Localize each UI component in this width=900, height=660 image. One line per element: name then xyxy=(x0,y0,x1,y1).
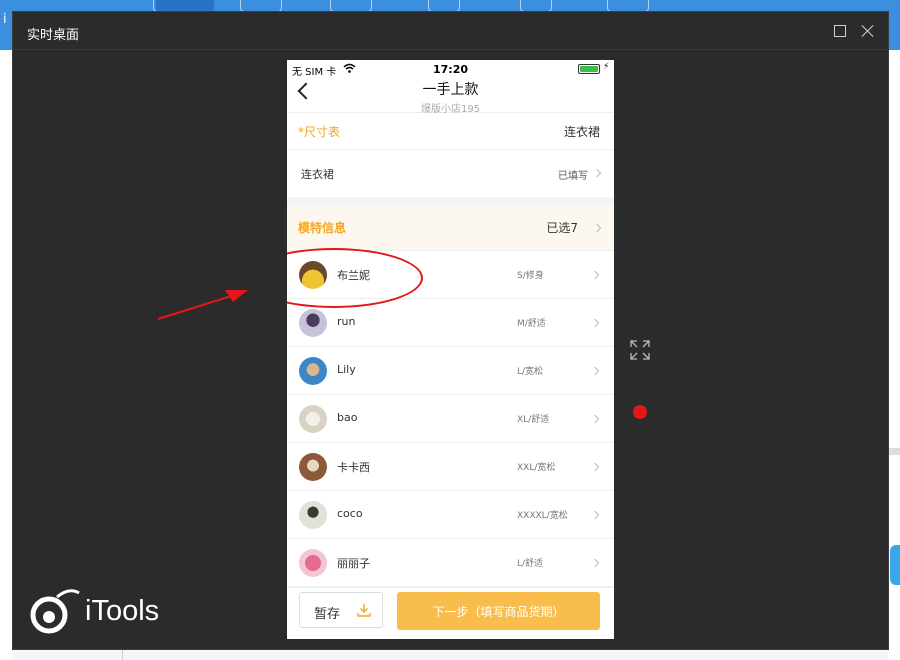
avatar xyxy=(299,405,327,433)
model-name: bao xyxy=(337,411,358,424)
model-item[interactable]: Lily L/宽松 xyxy=(287,347,614,395)
model-info-row[interactable]: 模特信息 已选7 xyxy=(287,205,614,251)
itools-logo-text: iTools xyxy=(85,595,160,627)
model-fit: XXL/宽松 xyxy=(517,463,556,473)
download-icon xyxy=(357,604,371,617)
chevron-right-icon xyxy=(590,510,600,520)
model-name: run xyxy=(337,315,356,328)
chevron-right-icon xyxy=(590,366,600,376)
avatar xyxy=(299,453,327,481)
model-info-label: 模特信息 xyxy=(298,221,347,235)
expand-icon[interactable] xyxy=(629,339,651,361)
save-draft-label: 暂存 xyxy=(314,607,341,622)
model-fit: S/修身 xyxy=(517,271,544,281)
window-titlebar: 实时桌面 xyxy=(13,12,888,50)
avatar xyxy=(299,549,327,577)
chevron-right-icon xyxy=(590,462,600,472)
model-name: coco xyxy=(337,507,363,520)
background-app-name: i xyxy=(3,12,7,27)
chevron-right-icon xyxy=(590,414,600,424)
close-icon[interactable] xyxy=(859,22,877,40)
model-fit: XL/舒适 xyxy=(517,415,550,425)
size-table-label: *尺寸表 xyxy=(298,125,341,139)
phone-screen: 无 SIM 卡 17:20 ⚡ 一手上款 爆版小店195 *尺寸表 连衣裙 连衣… xyxy=(287,60,614,639)
model-fit: XXXXL/宽松 xyxy=(517,511,568,521)
section-divider xyxy=(287,197,614,205)
window-title: 实时桌面 xyxy=(27,28,80,43)
model-name: 丽丽子 xyxy=(337,557,370,570)
background-right-panel xyxy=(888,50,900,660)
model-item[interactable]: 卡卡西 XXL/宽松 xyxy=(287,443,614,491)
save-draft-button[interactable]: 暂存 xyxy=(299,592,383,628)
model-fit: L/舒适 xyxy=(517,559,544,569)
chevron-right-icon xyxy=(590,318,600,328)
background-left-panel xyxy=(0,50,12,660)
red-dot-marker xyxy=(633,405,647,419)
background-circle-button[interactable] xyxy=(890,545,900,585)
avatar xyxy=(299,357,327,385)
model-info-count: 已选7 xyxy=(546,221,578,235)
model-fit: M/舒适 xyxy=(517,319,546,329)
background-divider xyxy=(122,650,123,660)
model-item[interactable]: coco XXXXL/宽松 xyxy=(287,491,614,539)
model-item[interactable]: bao XL/舒适 xyxy=(287,395,614,443)
avatar xyxy=(299,309,327,337)
dress-size-row[interactable]: 连衣裙 已填写 xyxy=(287,150,614,197)
status-time: 17:20 xyxy=(432,63,468,76)
charging-icon: ⚡ xyxy=(603,62,610,72)
chevron-right-icon xyxy=(592,168,602,178)
size-table-row: *尺寸表 连衣裙 xyxy=(287,113,614,150)
chevron-right-icon xyxy=(592,223,602,233)
nav-title: 一手上款 xyxy=(422,82,479,98)
nav-bar: 一手上款 爆版小店195 xyxy=(287,78,614,115)
model-name: 卡卡西 xyxy=(337,461,370,474)
status-bar: 无 SIM 卡 17:20 ⚡ xyxy=(287,60,614,78)
next-step-label: 下一步（填写商品货期） xyxy=(432,605,565,619)
background-progress xyxy=(888,448,900,455)
chevron-right-icon xyxy=(590,270,600,280)
battery-icon xyxy=(578,64,600,74)
dress-status: 已填写 xyxy=(558,171,588,182)
model-item[interactable]: 丽丽子 L/舒适 xyxy=(287,539,614,587)
chevron-right-icon xyxy=(590,558,600,568)
model-fit: L/宽松 xyxy=(517,367,544,377)
next-step-button[interactable]: 下一步（填写商品货期） xyxy=(397,592,600,630)
model-list: 布兰妮 S/修身 run M/舒适 Lily L/宽松 bao XL/舒适 卡卡… xyxy=(287,248,614,587)
size-table-value: 连衣裙 xyxy=(563,125,600,139)
bottom-action-bar: 暂存 下一步（填写商品货期） xyxy=(287,587,614,639)
avatar xyxy=(299,501,327,529)
model-name: Lily xyxy=(337,363,356,376)
realtime-desktop-window: 实时桌面 iTools 无 SIM 卡 17:20 ⚡ 一手上款 爆版小店195… xyxy=(12,11,889,650)
dress-label: 连衣裙 xyxy=(301,168,334,181)
maximize-icon[interactable] xyxy=(831,22,849,40)
